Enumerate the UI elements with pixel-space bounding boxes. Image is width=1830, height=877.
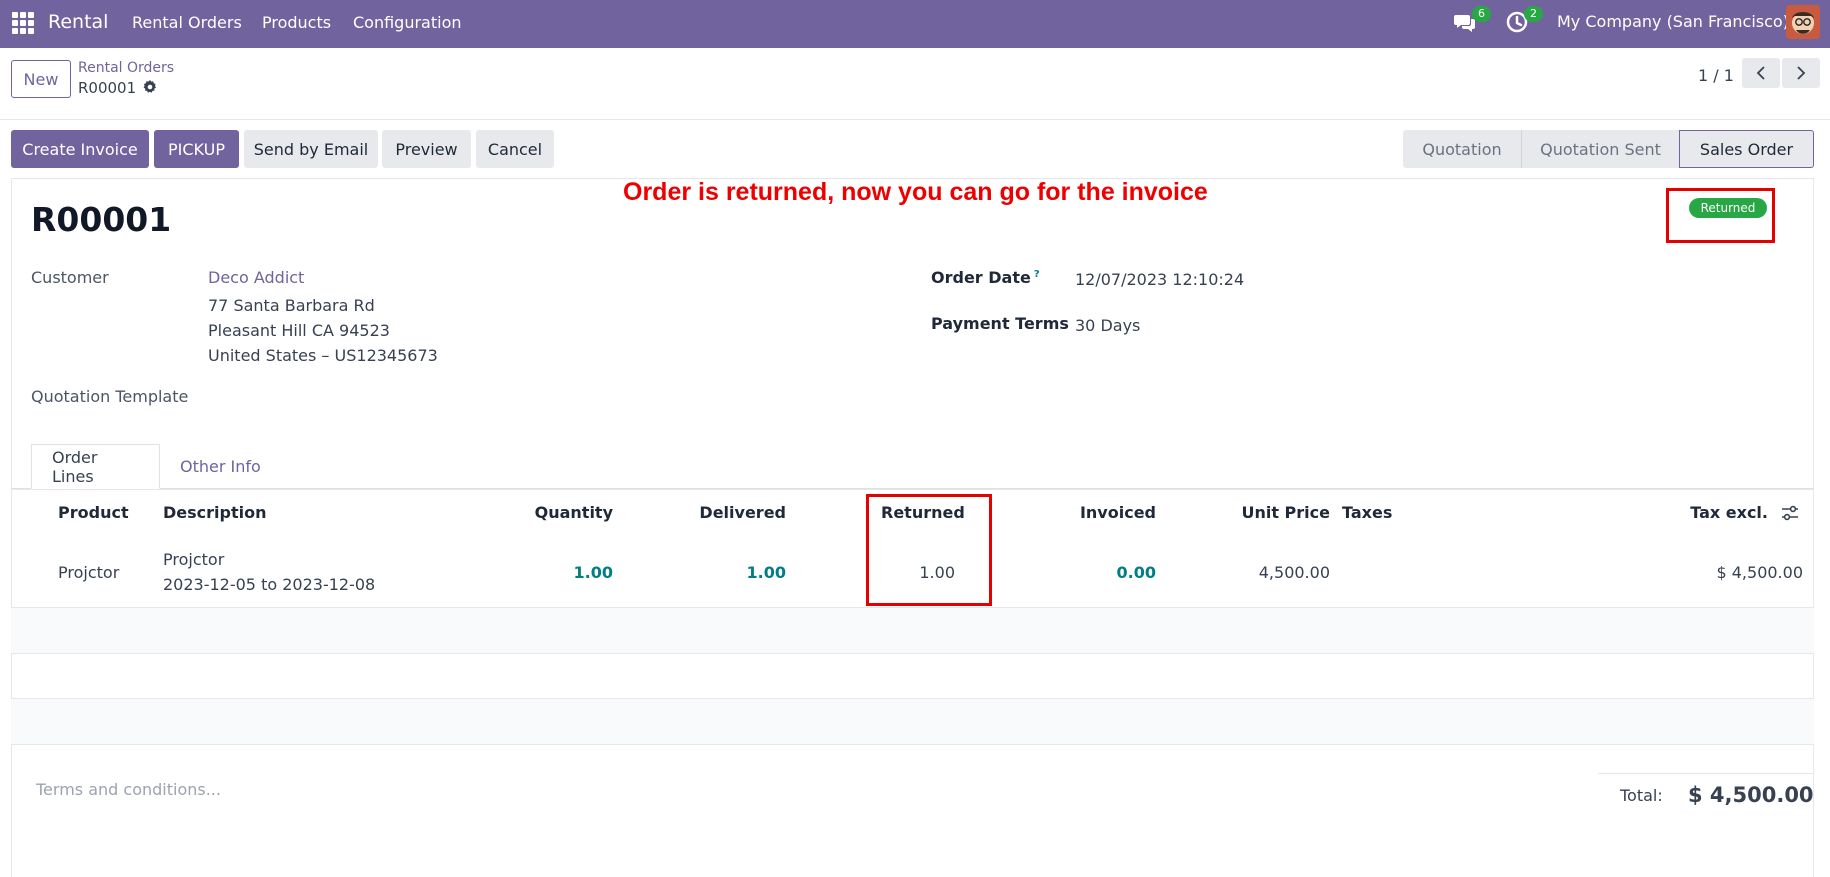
- status-badge: Returned: [1689, 198, 1767, 218]
- preview-button[interactable]: Preview: [382, 130, 471, 168]
- row-divider: [11, 653, 1814, 654]
- row-tax-excl: $ 4,500.00: [1716, 563, 1803, 582]
- col-unit-price[interactable]: Unit Price: [1220, 503, 1330, 522]
- quotation-template-label: Quotation Template: [31, 387, 189, 406]
- row-product-link[interactable]: Projctor: [58, 563, 119, 582]
- payment-terms-value[interactable]: 30 Days: [1075, 316, 1140, 335]
- col-taxes[interactable]: Taxes: [1342, 503, 1392, 522]
- new-button[interactable]: New: [11, 60, 71, 98]
- empty-table-row: [11, 608, 1814, 653]
- stage-quotation-sent[interactable]: Quotation Sent: [1521, 130, 1679, 168]
- address-line-2: Pleasant Hill CA 94523: [208, 321, 390, 340]
- messages-count-badge: 6: [1472, 6, 1491, 22]
- total-divider: [1598, 773, 1814, 774]
- col-delivered[interactable]: Delivered: [676, 503, 786, 522]
- order-date-value[interactable]: 12/07/2023 12:10:24: [1075, 270, 1244, 289]
- breadcrumb-current: R00001: [78, 79, 137, 97]
- annotation-highlight-box: [866, 494, 992, 606]
- row-quantity[interactable]: 1.00: [503, 563, 613, 582]
- cancel-button[interactable]: Cancel: [476, 130, 554, 168]
- column-settings-icon[interactable]: [1780, 503, 1800, 523]
- chevron-right-icon[interactable]: [1782, 58, 1820, 88]
- row-description-line-1[interactable]: Projctor: [163, 550, 224, 569]
- total-label: Total:: [1620, 786, 1663, 805]
- address-line-1: 77 Santa Barbara Rd: [208, 296, 375, 315]
- menu-products[interactable]: Products: [262, 13, 331, 32]
- payment-terms-label: Payment Terms: [931, 314, 1069, 333]
- page-title: R00001: [31, 200, 172, 239]
- activities-clock-icon[interactable]: 2: [1505, 6, 1543, 36]
- company-switcher[interactable]: My Company (San Francisco): [1557, 12, 1789, 31]
- col-invoiced[interactable]: Invoiced: [1046, 503, 1156, 522]
- col-product[interactable]: Product: [58, 503, 129, 522]
- row-invoiced[interactable]: 0.00: [1046, 563, 1156, 582]
- address-line-3: United States – US12345673: [208, 346, 438, 365]
- app-name[interactable]: Rental: [48, 11, 108, 33]
- tab-other-info[interactable]: Other Info: [160, 444, 281, 489]
- apps-menu-icon[interactable]: [12, 12, 34, 34]
- create-invoice-button[interactable]: Create Invoice: [11, 130, 149, 168]
- customer-link[interactable]: Deco Addict: [208, 268, 304, 287]
- top-navbar: Rental Rental Orders Products Configurat…: [0, 0, 1830, 48]
- gear-icon[interactable]: [142, 79, 158, 95]
- terms-and-conditions-field[interactable]: Terms and conditions...: [36, 780, 221, 799]
- breadcrumb-rental-orders[interactable]: Rental Orders: [78, 60, 174, 76]
- row-unit-price[interactable]: 4,500.00: [1220, 563, 1330, 582]
- table-top-border: [11, 489, 1814, 490]
- send-by-email-button[interactable]: Send by Email: [244, 130, 378, 168]
- status-bar: Quotation Quotation Sent Sales Order: [1403, 130, 1814, 168]
- row-description-line-2[interactable]: 2023-12-05 to 2023-12-08: [163, 575, 375, 594]
- stage-quotation[interactable]: Quotation: [1403, 130, 1521, 168]
- chevron-left-icon[interactable]: [1742, 58, 1780, 88]
- activities-count-badge: 2: [1524, 6, 1543, 22]
- col-quantity[interactable]: Quantity: [503, 503, 613, 522]
- user-avatar[interactable]: [1786, 5, 1820, 39]
- row-divider: [11, 744, 1814, 745]
- annotation-text: Order is returned, now you can go for th…: [623, 178, 1208, 206]
- menu-rental-orders[interactable]: Rental Orders: [132, 13, 242, 32]
- empty-table-row: [11, 699, 1814, 744]
- menu-configuration[interactable]: Configuration: [353, 13, 462, 32]
- pager-value[interactable]: 1 / 1: [1698, 66, 1734, 85]
- control-panel: New Rental Orders R00001 1 / 1: [0, 48, 1830, 120]
- order-date-label: Order Date?: [931, 268, 1040, 287]
- tab-order-lines[interactable]: Order Lines: [31, 444, 160, 489]
- messages-icon[interactable]: 6: [1453, 6, 1491, 36]
- pickup-button[interactable]: PICKUP: [154, 130, 239, 168]
- total-value: $ 4,500.00: [1688, 783, 1814, 807]
- row-delivered[interactable]: 1.00: [676, 563, 786, 582]
- help-icon[interactable]: ?: [1034, 269, 1040, 280]
- stage-sales-order[interactable]: Sales Order: [1679, 130, 1814, 168]
- col-tax-excl[interactable]: Tax excl.: [1658, 503, 1768, 522]
- customer-label: Customer: [31, 268, 109, 287]
- col-description[interactable]: Description: [163, 503, 266, 522]
